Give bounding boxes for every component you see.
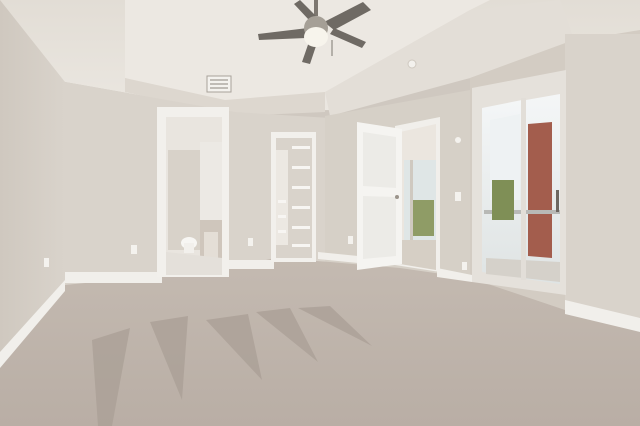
light-switch-right[interactable] (455, 192, 461, 201)
bathroom-cabinet-door (204, 232, 218, 258)
balcony-door-mullion (521, 98, 526, 280)
outlet-left-wall (44, 258, 49, 267)
hallway-window-mullion (410, 160, 413, 240)
toilet-base (184, 243, 194, 253)
hallway-window-trees (410, 200, 434, 236)
smoke-detector (407, 59, 417, 69)
door-knob[interactable] (395, 195, 399, 199)
open-door-panel-lower (363, 196, 396, 259)
bedroom-photo (0, 0, 640, 426)
outlet-back-wall (131, 245, 137, 254)
balcony-door-handle[interactable] (556, 190, 559, 212)
bedroom-illustration (0, 0, 640, 426)
outlet-center-wall (348, 236, 353, 244)
bathroom-vanity-panel (200, 142, 222, 222)
outlet-right-wall (462, 262, 467, 270)
outlet-mid-wall (248, 238, 253, 246)
balcony-foliage (492, 180, 514, 220)
bathroom-back-wall (168, 150, 200, 250)
thermostat (455, 137, 461, 143)
baseboard-back (65, 272, 162, 283)
baseboard-back-mid (226, 260, 274, 269)
open-door-panel-upper (363, 132, 396, 188)
balcony-brick-wall (528, 122, 552, 258)
right-wall-column (565, 34, 640, 330)
